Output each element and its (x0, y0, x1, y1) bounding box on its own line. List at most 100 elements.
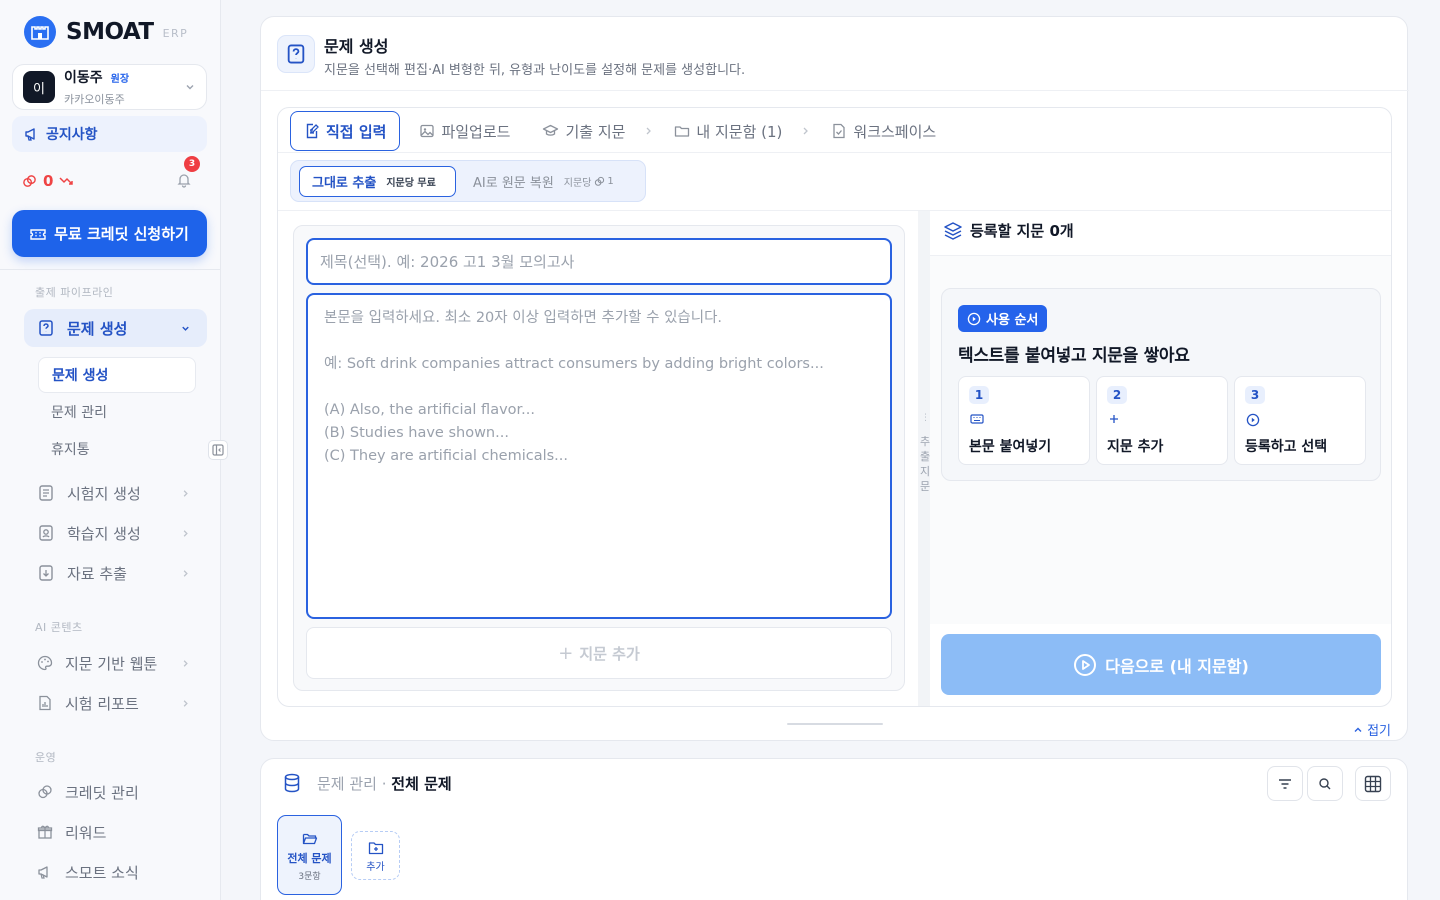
bell-icon[interactable] (176, 172, 192, 188)
tab-label: 내 지문함 (1) (696, 122, 783, 141)
extraction-mode-toggle: 그대로 추출 지문당 무료 AI로 원문 복원 지문당 1 (290, 160, 646, 202)
question-file-icon (277, 35, 315, 73)
chevron-right-icon (644, 126, 653, 136)
passage-source-box: 직접 입력 파일업로드 기출 지문 내 지문함 (1) 워크스페이스 그대로 추… (277, 107, 1392, 707)
guide-badge: 사용 순서 (958, 305, 1048, 332)
sub-item-trash[interactable]: 휴지통 (38, 431, 196, 467)
chevron-up-icon (1353, 725, 1367, 735)
coins-icon (22, 174, 37, 189)
sidebar-item-exam-gen[interactable]: 시험지 생성 (24, 474, 207, 512)
nav-label: 시험 리포트 (65, 694, 139, 713)
credit-status[interactable]: 0 3 (22, 156, 212, 192)
credit-balance: 0 (43, 172, 54, 190)
brand-sub: ERP (162, 27, 189, 40)
tab-label: 기출 지문 (565, 122, 626, 141)
folder-count: 3문항 (298, 872, 321, 882)
file-export-icon (37, 564, 55, 582)
nav-label: 지문 기반 웹툰 (65, 654, 158, 673)
breadcrumb-current: 전체 문제 (391, 775, 452, 793)
question-gen-panel: 문제 생성 지문을 선택해 편집·AI 변형한 뒤, 유형과 난이도를 설정해 … (260, 16, 1409, 741)
step-label: 지문 추가 (1107, 439, 1164, 455)
chevron-right-icon (180, 528, 191, 539)
nav-label: 스모트 소식 (65, 863, 139, 882)
passage-editor: + 지문 추가 (293, 225, 905, 691)
breadcrumb-parent: 문제 관리 · (317, 775, 392, 793)
keyboard-icon (970, 413, 984, 425)
image-upload-icon (419, 123, 441, 139)
brand-name: SMOAT (66, 19, 154, 45)
ticket-icon (30, 227, 54, 241)
guide-step: 1 본문 붙여넣기 (958, 376, 1090, 465)
database-icon (283, 773, 301, 793)
tab-workspace[interactable]: 워크스페이스 (818, 111, 949, 151)
guide-step: 3 등록하고 선택 (1234, 376, 1366, 465)
question-management-panel: 문제 관리 · 전체 문제 전체 문제 3문항 추가 (260, 758, 1408, 900)
trend-down-icon (59, 175, 74, 187)
chevron-right-icon (180, 568, 191, 579)
notification-badge: 3 (184, 156, 200, 172)
usage-guide-card: 사용 순서 텍스트를 붙여넣고 지문을 쌓아요 1 본문 붙여넣기 2 지문 추… (941, 288, 1381, 481)
mode-extract-as-is[interactable]: 그대로 추출 지문당 무료 (299, 166, 456, 197)
logo[interactable]: SMOAT ERP (24, 16, 188, 48)
search-button[interactable] (1307, 766, 1343, 801)
sidebar-item-export[interactable]: 자료 추출 (24, 554, 207, 592)
next-button-label: 다음으로 (내 지문함) (1105, 656, 1249, 676)
add-folder-button[interactable]: 추가 (351, 831, 400, 880)
mode-label: 그대로 추출 (312, 176, 377, 191)
plus-icon: + (558, 642, 574, 664)
sidebar-collapse-icon[interactable] (208, 440, 228, 460)
sub-item-question-gen[interactable]: 문제 생성 (38, 357, 196, 393)
title-input[interactable] (306, 238, 892, 285)
sidebar-item-news[interactable]: 스모트 소식 (24, 853, 207, 891)
mode-ai-restore[interactable]: AI로 원문 복원 지문당 1 (461, 166, 626, 197)
grid-view-button[interactable] (1355, 766, 1391, 801)
mode-cost: 1 (607, 176, 614, 187)
question-file-icon (37, 319, 55, 337)
breadcrumb: 문제 관리 · 전체 문제 (317, 773, 452, 794)
folder-all-questions[interactable]: 전체 문제 3문항 (277, 815, 342, 895)
tab-my-passages[interactable]: 내 지문함 (1) (661, 111, 795, 151)
nav-label: 시험지 생성 (67, 484, 141, 503)
chevron-right-icon (801, 126, 810, 136)
registered-passages-header: 등록할 지문 0개 (943, 220, 1074, 241)
user-switcher[interactable]: 이 이동주 원장 카카오이동주 (12, 64, 207, 110)
sidebar-item-credit-mgmt[interactable]: 크레딧 관리 (24, 773, 207, 811)
step-label: 등록하고 선택 (1245, 439, 1328, 455)
tab-past-passages[interactable]: 기출 지문 (529, 111, 638, 151)
sidebar-item-webtoon[interactable]: 지문 기반 웹툰 (24, 644, 207, 682)
plus-icon (1108, 413, 1120, 425)
sub-item-question-mgmt[interactable]: 문제 관리 (38, 394, 196, 430)
next-button[interactable]: 다음으로 (내 지문함) (941, 634, 1381, 695)
body-textarea[interactable] (306, 293, 892, 619)
tab-label: 직접 입력 (326, 122, 387, 141)
fold-button[interactable]: 접기 (1353, 720, 1391, 739)
sidebar-item-question-gen[interactable]: 문제 생성 (24, 309, 207, 347)
nav-label: 자료 추출 (67, 564, 127, 583)
sidebar-item-study-gen[interactable]: 학습지 생성 (24, 514, 207, 552)
free-credit-label: 무료 크레딧 신청하기 (54, 225, 189, 243)
sidebar-item-reward[interactable]: 리워드 (24, 813, 207, 851)
sidebar-item-report[interactable]: 시험 리포트 (24, 684, 207, 722)
add-passage-button[interactable]: + 지문 추가 (306, 627, 892, 679)
castle-logo-icon (24, 16, 56, 48)
scroll-indicator (787, 723, 883, 725)
step-label: 본문 붙여넣기 (969, 439, 1052, 455)
filter-button[interactable] (1267, 766, 1303, 801)
sidebar-item-notice[interactable]: 공지사항 (12, 116, 207, 152)
coins-icon (594, 176, 605, 187)
folder-open-icon (302, 832, 318, 846)
grid-icon (1364, 775, 1382, 793)
gift-icon (37, 824, 53, 840)
coins-icon (37, 784, 53, 800)
chevron-right-icon (180, 488, 191, 499)
tab-file-upload[interactable]: 파일업로드 (406, 111, 523, 151)
layers-icon (943, 221, 970, 241)
chevron-right-icon (180, 658, 191, 669)
nav-label: 학습지 생성 (67, 524, 141, 543)
page-description: 지문을 선택해 편집·AI 변형한 뒤, 유형과 난이도를 설정해 문제를 생성… (324, 63, 746, 78)
tab-direct-input[interactable]: 직접 입력 (290, 111, 401, 151)
file-check-icon (831, 123, 853, 139)
section-label-ops: 운영 (35, 751, 57, 764)
free-credit-button[interactable]: 무료 크레딧 신청하기 (12, 210, 207, 257)
folder-plus-icon (368, 841, 384, 855)
